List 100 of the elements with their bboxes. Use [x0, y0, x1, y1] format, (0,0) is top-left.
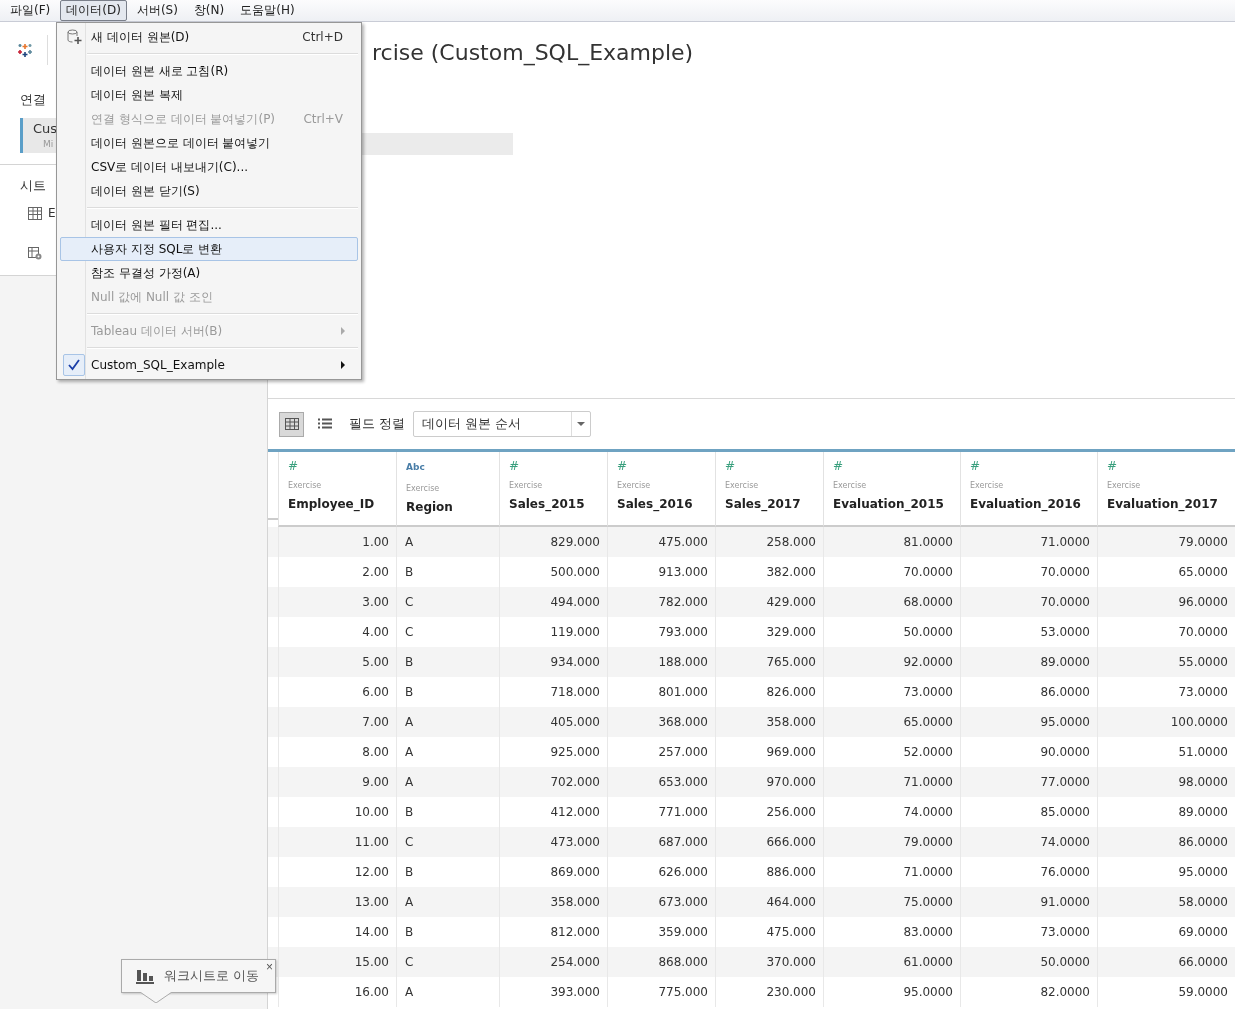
table-cell: 66.0000	[1097, 947, 1235, 977]
menu-item[interactable]: 데이터 원본 닫기(S)	[60, 179, 358, 203]
table-cell: 254.000	[499, 947, 607, 977]
data-source-title: rcise (Custom_SQL_Example)	[372, 40, 694, 65]
sort-dropdown[interactable]: 데이터 원본 순서	[413, 411, 592, 437]
column-source: Exercise	[509, 481, 543, 490]
table-cell: 61.0000	[823, 947, 960, 977]
table-cell: 188.000	[607, 647, 715, 677]
table-cell: 58.0000	[1097, 887, 1235, 917]
grid-view-button[interactable]	[279, 411, 304, 437]
bar-chart-icon	[136, 968, 154, 984]
menu-item[interactable]: 새 데이터 원본(D) Ctrl+D	[60, 25, 358, 49]
connection-name: Cus	[33, 121, 58, 136]
table-cell: 653.000	[607, 767, 715, 797]
menu-item[interactable]: 데이터 원본으로 데이터 붙여넣기	[60, 131, 358, 155]
type-icon: #	[970, 459, 981, 475]
table-cell: 934.000	[499, 647, 607, 677]
column-name: Evaluation_2016	[970, 497, 1081, 511]
table-cell: 782.000	[607, 587, 715, 617]
table-cell: 16.00	[278, 977, 396, 1007]
menu-item[interactable]: 데이터 원본 새로 고침(R)	[60, 59, 358, 83]
table-cell: 405.000	[499, 707, 607, 737]
shortcut-label: Ctrl+V	[303, 112, 343, 126]
table-cell: A	[396, 527, 499, 557]
column-name: Sales_2017	[725, 497, 801, 511]
menu-item[interactable]: 데이터 원본 필터 편집...	[60, 213, 358, 237]
table-cell: 96.0000	[1097, 587, 1235, 617]
table-gear-icon	[28, 246, 42, 260]
menu-item[interactable]: CSV로 데이터 내보내기(C)...	[60, 155, 358, 179]
table-cell: 71.0000	[960, 527, 1097, 557]
table-cell: 868.000	[607, 947, 715, 977]
table-cell: 687.000	[607, 827, 715, 857]
logo-icon	[17, 42, 33, 58]
table-cell: 71.0000	[823, 767, 960, 797]
table-cell: 82.0000	[960, 977, 1097, 1007]
table-cell: 7.00	[278, 707, 396, 737]
table-cell: 1.00	[278, 527, 396, 557]
table-cell: 3.00	[278, 587, 396, 617]
table-cell: 50.0000	[960, 947, 1097, 977]
table-cell: 81.0000	[823, 527, 960, 557]
table-cell: 79.0000	[1097, 527, 1235, 557]
menu-item[interactable]: 참조 무결성 가정(A)	[60, 261, 358, 285]
column-source: Exercise	[288, 481, 322, 490]
menu-bar-item[interactable]: 파일(F)	[4, 0, 57, 21]
connection-detail: Mi	[43, 139, 54, 149]
table-cell: A	[396, 977, 499, 1007]
table-cell: 65.0000	[823, 707, 960, 737]
database-plus-icon	[66, 29, 82, 45]
grid-icon	[284, 418, 299, 430]
table-cell: 75.0000	[823, 887, 960, 917]
table-cell: A	[396, 887, 499, 917]
table-cell: A	[396, 707, 499, 737]
menu-item[interactable]: 사용자 지정 SQL로 변환	[60, 237, 358, 261]
sheet-name[interactable]: E	[48, 206, 56, 220]
table-cell: 74.0000	[960, 827, 1097, 857]
table-cell: A	[396, 767, 499, 797]
menu-bar-item[interactable]: 도움말(H)	[234, 0, 301, 21]
submenu-arrow-icon	[341, 327, 345, 335]
table-cell: 15.00	[278, 947, 396, 977]
tooltip-text: 워크시트로 이동	[164, 967, 260, 985]
table-cell: B	[396, 647, 499, 677]
column-source: Exercise	[725, 481, 759, 490]
table-cell: 775.000	[607, 977, 715, 1007]
table-cell: 5.00	[278, 647, 396, 677]
menu-bar-item[interactable]: 창(N)	[187, 0, 231, 21]
table-cell: 702.000	[499, 767, 607, 797]
table-cell: 666.000	[715, 827, 823, 857]
column-name: Region	[406, 500, 453, 514]
table-cell: 970.000	[715, 767, 823, 797]
submenu-arrow-icon	[341, 361, 345, 369]
table-cell: 464.000	[715, 887, 823, 917]
type-icon: #	[509, 459, 520, 475]
column-source: Exercise	[1107, 481, 1141, 490]
column-source: Exercise	[406, 484, 440, 493]
table-cell: C	[396, 947, 499, 977]
table-cell: 11.00	[278, 827, 396, 857]
table-cell: 55.0000	[1097, 647, 1235, 677]
table-cell: 368.000	[607, 707, 715, 737]
menu-bar-item[interactable]: 데이터(D)	[60, 0, 127, 21]
shortcut-label: Ctrl+D	[302, 30, 343, 44]
table-cell: 358.000	[499, 887, 607, 917]
menu-bar-item[interactable]: 서버(S)	[130, 0, 184, 21]
menu-item[interactable]: 데이터 원본 복제	[60, 83, 358, 107]
table-cell: C	[396, 827, 499, 857]
menu-item[interactable]: Custom_SQL_Example	[60, 353, 358, 377]
table-cell: 77.0000	[960, 767, 1097, 797]
table-cell: C	[396, 587, 499, 617]
table-cell: 89.0000	[960, 647, 1097, 677]
table-cell: 370.000	[715, 947, 823, 977]
table-cell: 86.0000	[1097, 827, 1235, 857]
type-icon: #	[725, 459, 736, 475]
column-source: Exercise	[833, 481, 867, 490]
table-cell: 475.000	[607, 527, 715, 557]
table-cell: 258.000	[715, 527, 823, 557]
table-cell: 95.0000	[823, 977, 960, 1007]
column-source: Exercise	[970, 481, 1004, 490]
close-button[interactable]: ×	[266, 960, 273, 974]
table-cell: 91.0000	[960, 887, 1097, 917]
checkmark-icon	[68, 359, 80, 371]
table-icon	[28, 206, 42, 220]
